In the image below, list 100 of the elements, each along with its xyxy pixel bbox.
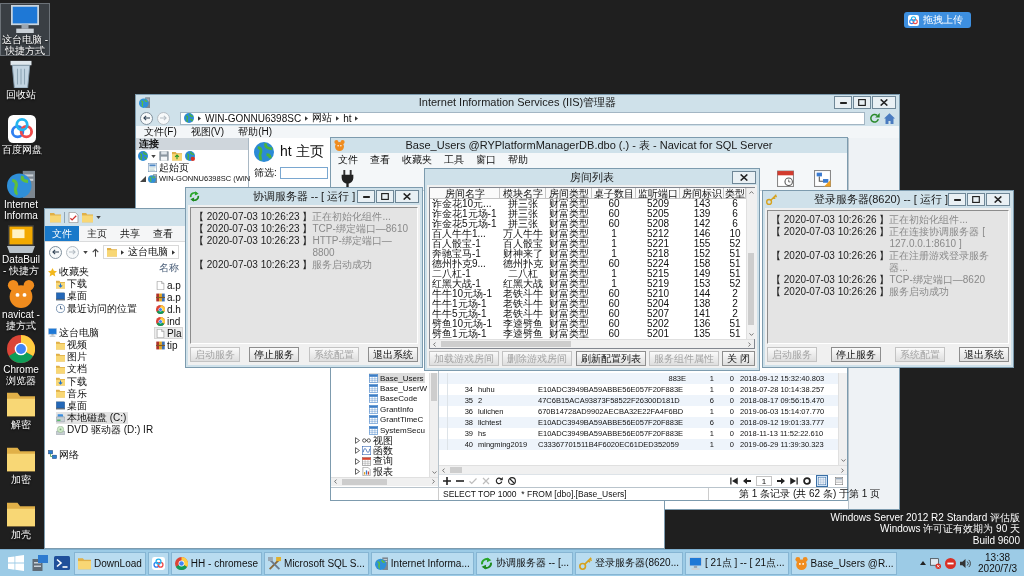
globe-icon[interactable] [138,151,148,161]
breadcrumb-item[interactable]: 网站 [312,111,333,125]
minimize-button[interactable] [834,96,852,109]
home-icon[interactable] [884,112,895,124]
column-header[interactable]: 桌子数目 [592,188,636,199]
right-arrow-icon[interactable] [777,477,785,485]
minus-icon[interactable] [456,477,464,485]
plug-icon[interactable] [339,170,356,187]
menu-item[interactable]: 查看 [370,153,390,167]
taskbar-button[interactable]: Internet Informa... [370,551,474,575]
scrollbar-thumb[interactable] [431,373,437,401]
desktop-shortcut[interactable]: 加壳 [0,498,42,551]
view-button[interactable] [816,475,828,487]
menu-item[interactable]: 工具 [444,153,464,167]
back-button[interactable] [140,111,153,125]
view-button[interactable] [833,475,845,487]
server-rack-icon[interactable] [32,555,48,571]
globe-alert-icon[interactable] [185,151,195,161]
taskbar-button[interactable]: [ 21点 ] -- [ 21点... [685,551,789,575]
column-header[interactable]: 房间类型 [546,188,592,199]
column-header[interactable]: 名称 [153,262,179,274]
taskbar-button[interactable]: HH - chromese [170,551,263,575]
close-button[interactable] [986,193,1010,206]
action-button[interactable]: 刷新配置列表 [575,351,646,366]
no-entry-icon[interactable] [945,557,957,569]
tree-item[interactable]: 视图 [355,435,394,446]
action-button[interactable]: 退出系统 [368,347,418,362]
taskbar-button[interactable]: 协调服务器 -- [... [475,551,574,575]
navigation-item[interactable]: 下载 [56,278,89,291]
action-button[interactable]: 关 闭 [722,351,755,366]
breadcrumb-item[interactable]: ht [343,112,352,124]
vertical-scrollbar[interactable] [838,373,847,465]
first-page-icon[interactable] [730,477,738,485]
file-item[interactable]: tip [154,339,180,351]
menu-item[interactable]: 收藏夹 [402,153,432,167]
column-header[interactable]: 房间名字 [430,188,500,199]
close-button[interactable] [732,170,756,184]
filter-field[interactable] [279,167,328,179]
desktop-shortcut[interactable]: 回收站 [0,58,42,111]
tree-item[interactable]: BaseCode [369,393,419,405]
navigation-item[interactable]: 文档 [56,363,89,376]
address-bar[interactable]: 这台电脑 [103,245,179,259]
close-button[interactable] [395,190,419,203]
menu-item[interactable]: 文件 [338,153,358,167]
tree-item[interactable]: 函数 [355,445,394,457]
tree-item[interactable]: 起始页 [148,162,189,173]
monitor-alert-icon[interactable] [930,557,942,569]
breadcrumb-item[interactable]: 这台电脑 [128,245,168,259]
desktop-shortcut[interactable]: DataBuil - 快捷方 [0,223,42,276]
column-header[interactable]: 房间标识 [680,188,724,199]
menu-item[interactable]: 视图(V) [190,125,225,139]
navigation-item[interactable]: 本地磁盘 (C:) [56,412,129,425]
navigation-item[interactable]: 图片 [56,351,89,364]
address-bar[interactable]: WIN-GONNU6398SC 网站 ht [180,111,865,125]
scrollbar-thumb[interactable] [748,253,754,325]
ring-icon[interactable] [803,477,811,485]
desktop-shortcut[interactable]: Internet Informa [0,168,42,221]
left-arrow-icon[interactable] [743,477,751,485]
scrollbar-thumb[interactable] [342,478,387,485]
desktop-shortcut[interactable]: 百度网盘 [0,113,44,166]
back-button[interactable] [49,245,62,259]
expander-icon[interactable] [355,457,360,465]
file-item[interactable]: ind [154,315,183,327]
file-item[interactable]: d.h [154,303,183,315]
expander-icon[interactable] [355,468,360,476]
up-arrow-icon[interactable] [92,247,99,257]
navigation-item[interactable]: 视频 [56,338,89,352]
menu-item[interactable]: 文件(F) [144,125,177,139]
taskbar-button[interactable]: Base_Users @R... [790,551,898,575]
navigation-item[interactable]: DVD 驱动器 (D:) IR [56,424,156,437]
navigation-item[interactable]: 桌面 [56,399,89,413]
desktop-shortcut[interactable]: 加密 [0,443,42,496]
desktop-shortcut[interactable]: Chrome 浏览器 [0,333,42,386]
prohibited-icon[interactable] [508,477,516,485]
maximize-button[interactable] [853,96,871,109]
tree-item[interactable]: SystemSecu [369,424,426,436]
plus-icon[interactable] [443,477,451,485]
expander-icon[interactable] [140,175,146,182]
horizontal-scrollbar[interactable] [430,339,754,348]
calendar-icon[interactable] [777,170,794,187]
ribbon-tab[interactable]: 查看 [148,226,178,241]
tree-item[interactable]: GrantInfo [369,404,415,415]
close-button[interactable] [872,96,896,109]
navigation-item[interactable]: 收藏夹 [48,266,91,279]
vertical-scrollbar[interactable] [746,188,755,339]
vertical-scrollbar[interactable] [429,373,438,477]
column-header[interactable]: 监听端口 [636,188,680,199]
file-item[interactable]: a.p [154,279,183,291]
diagram-icon[interactable] [814,170,831,187]
taskbar-button[interactable] [147,551,169,575]
caret-icon[interactable] [151,154,156,158]
file-item[interactable]: a.p [154,291,183,303]
desktop-shortcut[interactable]: 解密 [0,388,42,441]
navigation-item[interactable]: 网络 [48,448,81,461]
tree-item[interactable]: 查询 [355,456,394,467]
scrollbar-thumb[interactable] [441,341,571,347]
chevron-icon[interactable] [305,115,309,121]
caret-icon[interactable] [83,250,88,254]
menu-item[interactable]: 帮助(H) [238,125,272,139]
page-number-field[interactable]: 1 [756,476,772,486]
